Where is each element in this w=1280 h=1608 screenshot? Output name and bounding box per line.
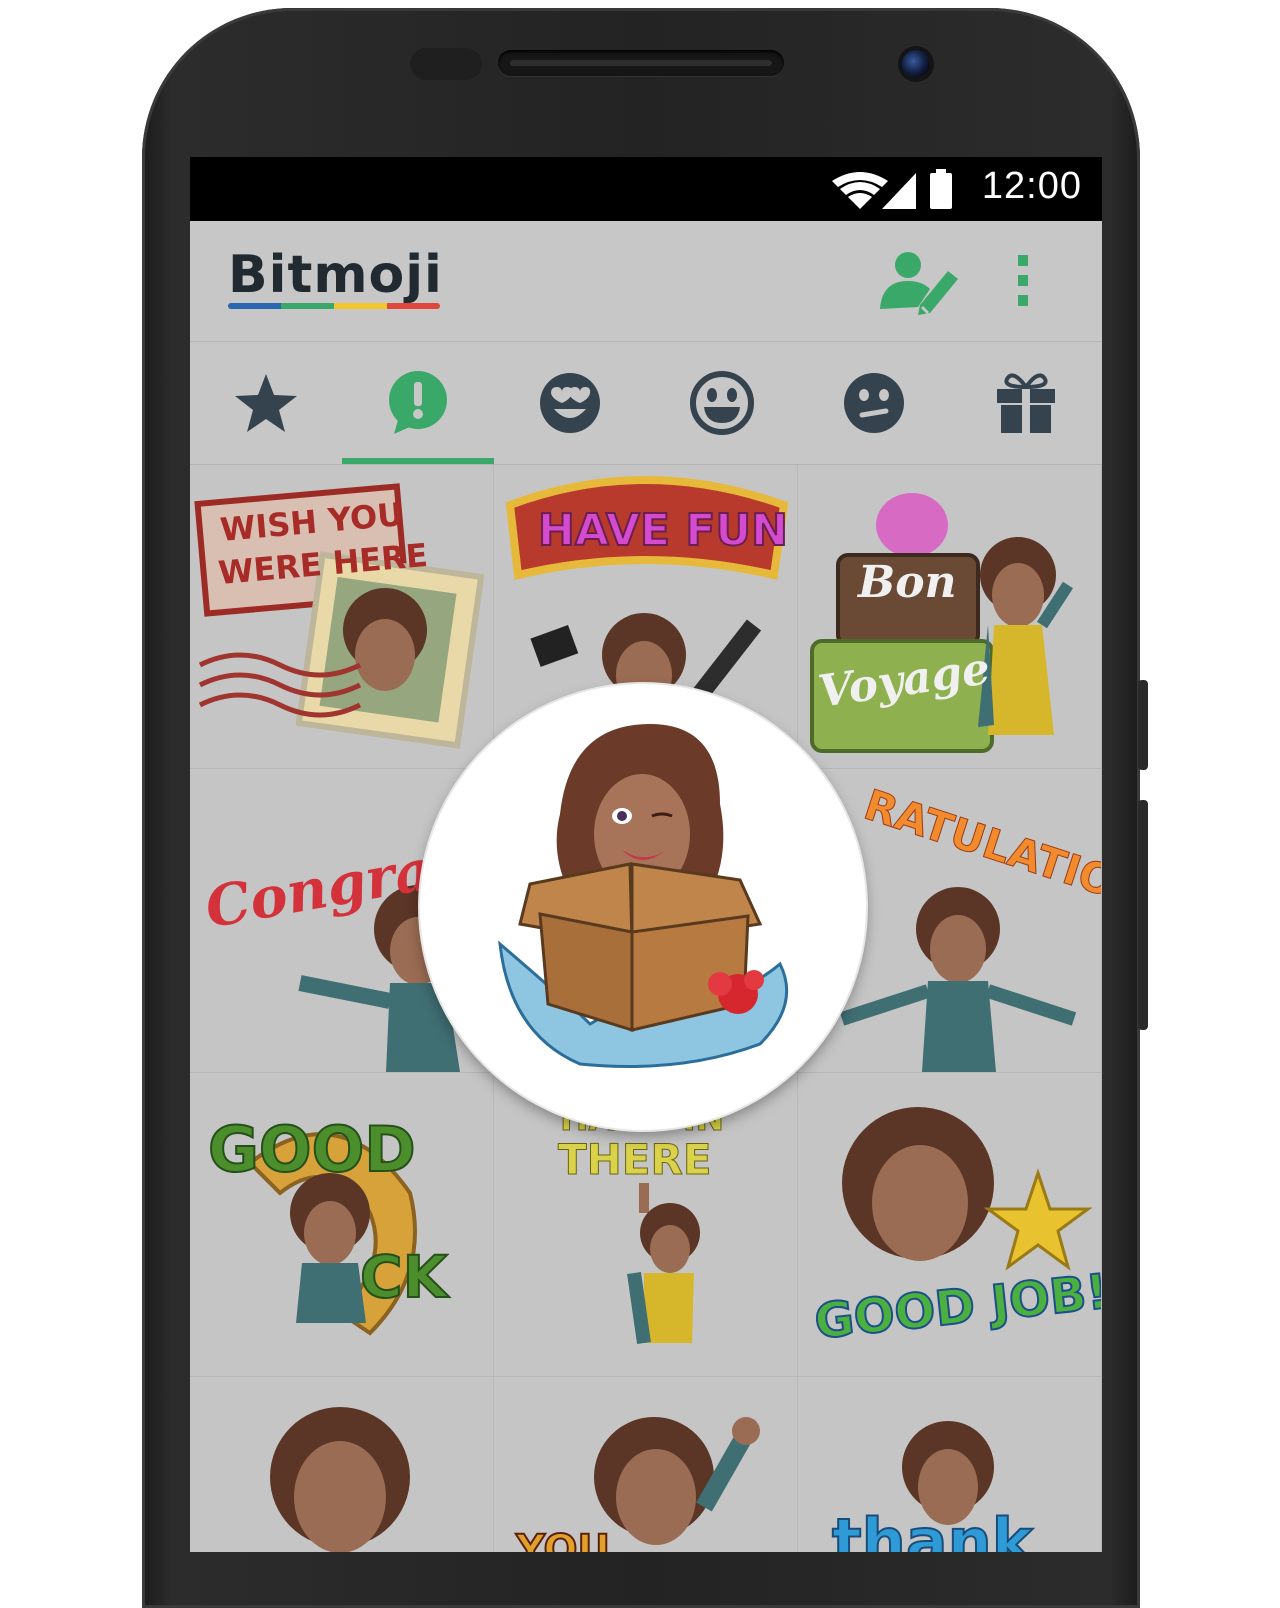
sticker-good-luck[interactable]: GOOD CK (190, 1073, 494, 1377)
signal-icon (882, 173, 916, 209)
wifi-icon (832, 172, 888, 209)
sticker-text-line1: Bon (858, 557, 957, 608)
selected-tab-indicator (342, 458, 494, 464)
sticker-bon-voyage[interactable]: Bon Voyage (798, 465, 1102, 769)
proximity-sensor (410, 48, 482, 80)
speech-bubble-icon (389, 371, 447, 434)
tab-messages[interactable] (342, 342, 494, 464)
sticker-text-line2: CK (359, 1242, 449, 1312)
status-time: 12:00 (981, 165, 1082, 207)
app-title: Bitmoji (228, 245, 443, 305)
sticker-art (594, 1417, 760, 1545)
sticker-art (810, 493, 1074, 753)
power-button (1138, 680, 1148, 770)
sticker-smile[interactable] (190, 1377, 494, 1552)
tab-love[interactable] (494, 342, 646, 464)
battery-icon (930, 169, 952, 209)
sticker-text: YOU (515, 1526, 611, 1552)
sticker-art (270, 1407, 410, 1552)
meh-face-icon (844, 373, 904, 433)
overflow-menu-icon[interactable] (1016, 253, 1030, 309)
sticker-preview-art (498, 724, 789, 1068)
tab-happy[interactable] (646, 342, 798, 464)
app-bar: Bitmoji (190, 221, 1102, 342)
volume-button (1138, 800, 1148, 1030)
sticker-you[interactable]: YOU (494, 1377, 798, 1552)
phone-screen: 12:00 Bitmoji WISH YOU WERE HERE HAVE FU… (190, 157, 1102, 1552)
front-camera (902, 50, 930, 78)
tab-gifts[interactable] (950, 342, 1102, 464)
earpiece-speaker (498, 50, 784, 76)
grinning-face-icon (690, 371, 754, 435)
avatar-edit-icon[interactable] (878, 249, 960, 315)
heart-eyes-face-icon (540, 373, 600, 433)
sticker-text-line2: THERE (558, 1135, 713, 1185)
sticker-text-line1: GOOD (207, 1112, 417, 1187)
sticker-text: thank (831, 1504, 1034, 1552)
status-icons (832, 169, 952, 209)
status-bar: 12:00 (190, 157, 1102, 221)
sticker-text: HAVE FUN (537, 504, 789, 557)
sticker-wish-you-were-here[interactable]: WISH YOU WERE HERE (190, 465, 494, 769)
gift-icon (997, 373, 1055, 433)
category-tabs (190, 342, 1102, 465)
app-logo: Bitmoji (228, 245, 443, 309)
tab-meh[interactable] (798, 342, 950, 464)
sticker-thank[interactable]: thank (798, 1377, 1102, 1552)
tab-favorites[interactable] (190, 342, 342, 464)
logo-stripe (228, 303, 440, 309)
sticker-preview-popup[interactable] (420, 684, 866, 1130)
sticker-good-job[interactable]: GOOD JOB! (798, 1073, 1102, 1377)
star-icon (235, 374, 297, 432)
